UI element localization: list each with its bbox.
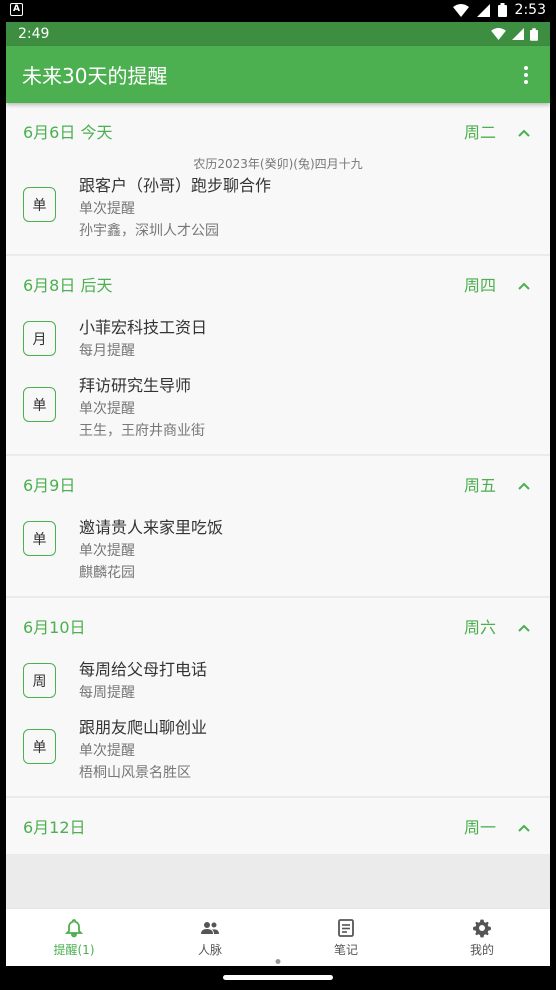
chevron-up-icon[interactable] (518, 128, 530, 140)
reminder-title: 跟客户（孙哥）跑步聊合作 (79, 176, 272, 195)
system-nav-bar (0, 966, 556, 990)
reminder-type-badge: 单 (23, 729, 56, 764)
reminder-type: 单次提醒 (79, 401, 135, 417)
reminder-location: 麒麟花园 (79, 565, 135, 581)
day-weekday: 周五 (463, 476, 496, 495)
system-clock: 2:53 (514, 2, 546, 18)
reminder-type: 单次提醒 (79, 743, 135, 759)
more-vert-icon[interactable] (518, 62, 534, 88)
battery-icon (497, 3, 507, 17)
page-title: 未来30天的提醒 (22, 64, 168, 88)
day-header[interactable]: 6月10日 周六 (6, 598, 550, 654)
chevron-up-icon[interactable] (518, 481, 530, 493)
list-item[interactable]: 单 跟客户（孙哥）跑步聊合作 单次提醒 孙宇鑫，深圳人才公园 (6, 174, 550, 254)
gear-icon (473, 919, 491, 937)
day-date: 6月6日 今天 (23, 123, 113, 142)
signal-icon (512, 28, 524, 40)
day-header[interactable]: 6月9日 周五 (6, 456, 550, 512)
list-item[interactable]: 周 每周给父母打电话 每周提醒 (6, 650, 550, 716)
day-section: 6月6日 今天 周二 农历2023年(癸卯)(兔)四月十九 单 跟客户（孙哥）跑… (6, 103, 550, 254)
reminder-type: 单次提醒 (79, 201, 135, 217)
reminder-title: 拜访研究生导师 (79, 376, 192, 395)
signal-icon (476, 3, 490, 17)
tab-reminders[interactable]: 提醒(1) (6, 909, 142, 966)
bell-icon (64, 918, 84, 937)
list-item[interactable]: 月 小菲宏科技工资日 每月提醒 (6, 308, 550, 374)
list-item[interactable]: 单 拜访研究生导师 单次提醒 王生，王府井商业街 (6, 374, 550, 454)
day-weekday: 周二 (463, 123, 496, 142)
day-date: 6月8日 后天 (23, 276, 113, 295)
tab-me[interactable]: 我的 (414, 909, 550, 966)
wifi-icon (452, 3, 469, 17)
reminder-location: 孙宇鑫，深圳人才公园 (79, 223, 219, 239)
day-weekday: 周四 (463, 276, 496, 295)
reminder-type-badge: 单 (23, 521, 56, 556)
list-item[interactable]: 单 跟朋友爬山聊创业 单次提醒 梧桐山风景名胜区 (6, 716, 550, 796)
reminder-title: 跟朋友爬山聊创业 (79, 718, 208, 737)
reminder-title: 小菲宏科技工资日 (79, 318, 208, 337)
day-weekday: 周六 (463, 618, 496, 637)
reminder-type: 每月提醒 (79, 343, 135, 359)
wifi-icon (491, 28, 506, 40)
notification-a-icon: A (10, 3, 23, 16)
system-status-bar: A 2:53 (0, 0, 556, 22)
chevron-up-icon[interactable] (518, 281, 530, 293)
day-section: 6月10日 周六 周 每周给父母打电话 每周提醒 单 跟朋友爬山聊创业 单次提醒 (6, 598, 550, 796)
lunar-date: 农历2023年(癸卯)(兔)四月十九 (193, 157, 363, 171)
chevron-up-icon[interactable] (518, 623, 530, 635)
chevron-up-icon[interactable] (518, 823, 530, 835)
day-date: 6月10日 (23, 618, 86, 637)
tab-label: 笔记 (333, 942, 358, 957)
app-bar: 未来30天的提醒 (6, 46, 550, 103)
reminder-location: 梧桐山风景名胜区 (79, 765, 191, 781)
reminder-type-badge: 单 (23, 387, 56, 422)
status-clock: 2:49 (18, 26, 50, 42)
day-header[interactable]: 6月6日 今天 周二 (6, 103, 550, 159)
reminder-type-badge: 月 (23, 321, 56, 356)
day-date: 6月9日 (23, 476, 76, 495)
day-weekday: 周一 (463, 818, 496, 837)
reminder-title: 每周给父母打电话 (79, 660, 208, 679)
battery-icon (530, 27, 538, 41)
tab-label: 我的 (469, 942, 494, 957)
bottom-tab-bar: 提醒(1) 人脉 笔记 我的 (6, 908, 550, 966)
list-item[interactable]: 单 邀请贵人来家里吃饭 单次提醒 麒麟花园 (6, 508, 550, 596)
people-icon (201, 921, 219, 934)
reminder-type: 单次提醒 (79, 543, 135, 559)
note-icon (338, 918, 354, 937)
reminder-title: 邀请贵人来家里吃饭 (79, 518, 224, 537)
day-section: 6月12日 周一 (6, 798, 550, 854)
page-indicator-dot (275, 959, 281, 964)
tab-contacts[interactable]: 人脉 (142, 909, 278, 966)
home-gesture-handle[interactable] (223, 975, 333, 980)
tab-notes[interactable]: 笔记 (278, 909, 414, 966)
day-header[interactable]: 6月8日 后天 周四 (6, 256, 550, 312)
day-section: 6月9日 周五 单 邀请贵人来家里吃饭 单次提醒 麒麟花园 (6, 456, 550, 596)
reminder-list[interactable]: 6月6日 今天 周二 农历2023年(癸卯)(兔)四月十九 单 跟客户（孙哥）跑… (6, 103, 550, 908)
tab-label: 提醒(1) (53, 942, 95, 957)
day-date: 6月12日 (23, 818, 86, 837)
reminder-type-badge: 周 (23, 663, 56, 698)
reminder-type: 每周提醒 (79, 685, 135, 701)
tab-label: 人脉 (197, 942, 222, 957)
reminder-type-badge: 单 (23, 187, 56, 222)
day-section: 6月8日 后天 周四 月 小菲宏科技工资日 每月提醒 单 拜访研究生导师 单次提… (6, 256, 550, 454)
reminder-location: 王生，王府井商业街 (79, 423, 205, 439)
app-window: 2:49 未来30天的提醒 6月6日 今天 周二 农历2023年(癸卯)(兔)四… (6, 22, 550, 966)
app-status-bar: 2:49 (6, 22, 550, 46)
day-header[interactable]: 6月12日 周一 (6, 798, 550, 854)
